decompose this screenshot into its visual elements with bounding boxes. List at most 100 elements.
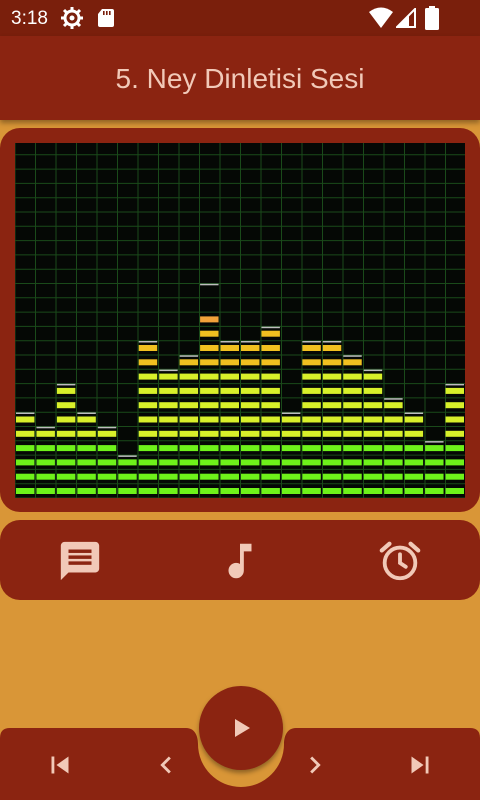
spectrum-segment [220,345,239,351]
page-title: 5. Ney Dinletisi Sesi [115,63,365,94]
spectrum-segment [322,416,342,423]
spectrum-peak [220,341,239,343]
spectrum-segment [77,416,96,423]
spectrum-segment [404,473,424,480]
spectrum-segment [302,387,321,394]
spectrum-segment [384,445,403,452]
previous-button[interactable] [149,748,183,782]
spectrum-segment [220,402,239,409]
spectrum-segment [138,373,158,380]
spectrum-segment [302,373,321,380]
spectrum-segment [138,416,158,423]
skip-next-button[interactable] [403,748,437,782]
spectrum-segment [261,459,280,466]
spectrum-segment [343,387,362,394]
battery-icon [425,6,439,30]
spectrum-peak [445,383,464,386]
spectrum-segment [404,445,424,452]
spectrum-segment [241,488,260,494]
spectrum-segment [77,430,96,437]
spectrum-segment [445,416,464,423]
spectrum-segment [200,473,219,480]
spectrum-segment [281,459,301,466]
spectrum-segment [77,445,96,452]
spectrum-segment [445,488,464,494]
spectrum-peak [302,341,321,343]
spectrum-segment [281,445,301,452]
skip-next-icon [411,756,429,774]
spectrum-segment [261,345,280,351]
spectrum-segment [159,459,178,466]
spectrum-segment [118,488,137,494]
spectrum-segment [363,459,383,466]
tools-bar [0,520,480,600]
chevron-right-icon [310,756,321,774]
spectrum-segment [56,445,76,452]
spectrum-segment [118,473,137,480]
spectrum-segment [200,488,219,494]
spectrum-segment [261,373,280,380]
spectrum-segment [220,473,239,480]
spectrum-segment [220,459,239,466]
spectrum-segment [261,416,280,423]
spectrum-segment [261,488,280,494]
spectrum-segment [77,473,96,480]
spectrum-canvas [15,143,465,498]
spectrum-segment [343,488,362,494]
spectrum-segment [220,416,239,423]
spectrum-segment [302,402,321,409]
spectrum-segment [97,430,117,437]
play-button[interactable] [199,686,283,770]
alarm-button[interactable] [377,538,423,584]
spectrum-segment [384,459,403,466]
spectrum-segment [56,459,76,466]
signal-icon [396,8,416,28]
spectrum-segment [322,387,342,394]
spectrum-segment [343,430,362,437]
spectrum-segment [343,445,362,452]
settings-gear-icon [61,7,83,29]
wifi-icon [369,7,393,28]
spectrum-segment [179,387,199,394]
spectrum-segment [363,430,383,437]
spectrum-peak [16,412,35,414]
spectrum-segment [77,488,96,494]
spectrum-segment [159,430,178,437]
spectrum-segment [179,359,199,366]
spectrum-segment [404,430,424,437]
spectrum-segment [179,473,199,480]
spectrum-segment [363,488,383,494]
spectrum-segment [179,488,199,494]
spectrum-segment [261,387,280,394]
spectrum-segment [241,416,260,423]
spectrum-visualizer [15,143,465,498]
spectrum-segment [220,359,239,366]
spectrum-segment [343,459,362,466]
spectrum-segment [220,387,239,394]
play-icon [235,719,250,737]
spectrum-segment [241,459,260,466]
spectrum-segment [77,459,96,466]
spectrum-peak [281,412,301,414]
alarm-clock-icon [379,541,421,581]
spectrum-segment [445,387,464,394]
spectrum-segment [220,373,239,380]
music-button[interactable] [217,538,263,584]
spectrum-peak [77,412,96,414]
spectrum-segment [363,387,383,394]
spectrum-segment [159,402,178,409]
spectrum-segment [36,473,55,480]
spectrum-segment [261,473,280,480]
spectrum-segment [56,473,76,480]
spectrum-segment [97,445,117,452]
spectrum-segment [404,488,424,494]
spectrum-segment [302,488,321,494]
spectrum-segment [363,416,383,423]
next-button[interactable] [298,748,332,782]
comments-button[interactable] [57,538,103,584]
spectrum-segment [404,416,424,423]
spectrum-segment [322,345,342,351]
spectrum-segment [138,445,158,452]
skip-previous-button[interactable] [43,748,77,782]
spectrum-segment [363,473,383,480]
